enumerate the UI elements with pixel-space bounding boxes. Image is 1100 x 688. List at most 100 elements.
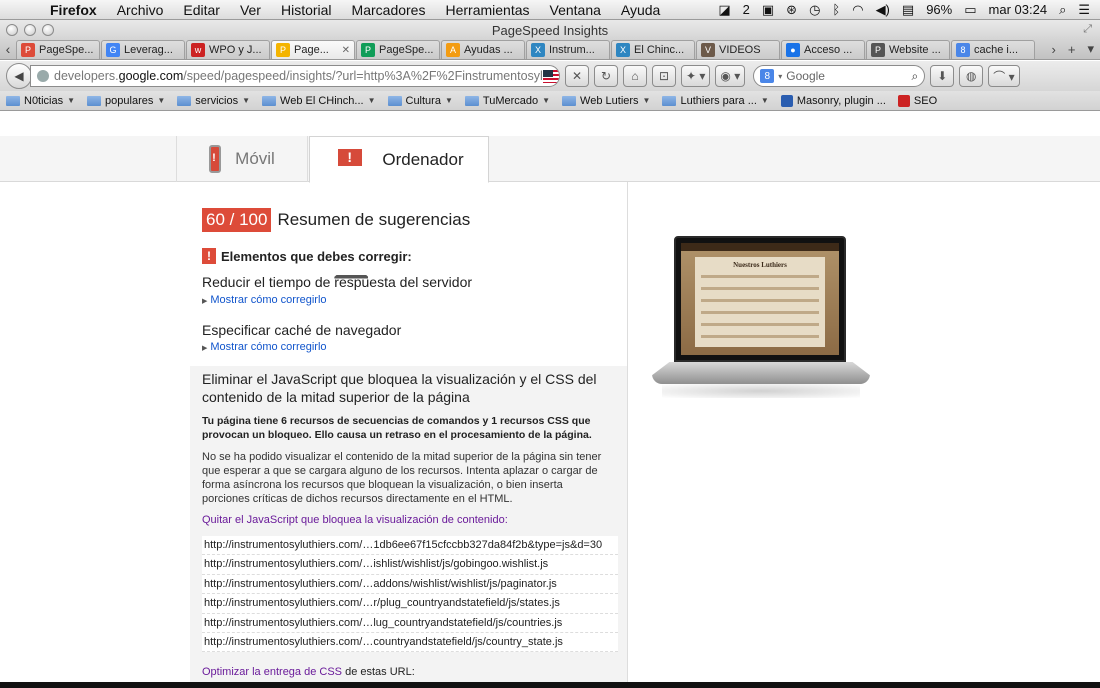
menu-ver[interactable]: Ver — [230, 2, 271, 18]
bookmark-label: Luthiers para ... — [680, 94, 757, 107]
tab-label: El Chinc... — [634, 44, 685, 56]
adobe-icon[interactable]: ◪ — [718, 2, 730, 18]
tabs-scroll-right-icon[interactable]: › — [1046, 42, 1062, 57]
browser-tab[interactable]: ● Acceso ... — [781, 40, 865, 59]
tab-favicon-icon: A — [446, 43, 460, 57]
volume-icon[interactable]: ◀) — [876, 2, 890, 18]
browser-tab[interactable]: P Website ... — [866, 40, 950, 59]
blocking-url-row: http://instrumentosyluthiers.com/…ishlis… — [202, 555, 618, 575]
site-favicon-icon — [780, 94, 793, 107]
bookmark-item[interactable]: Masonry, plugin ... — [780, 94, 886, 107]
rainbow-button[interactable]: ⌒ ▾ — [988, 65, 1020, 87]
bookmark-label: Cultura — [405, 94, 441, 107]
notification-center-icon[interactable]: ☰ — [1078, 2, 1090, 18]
stop-button[interactable]: ✕ — [565, 65, 589, 87]
browser-tab[interactable]: P PageSpe... — [16, 40, 100, 59]
bluetooth-icon[interactable]: ᛒ — [832, 2, 840, 17]
show-fix-link-1[interactable]: ▶ Mostrar cómo corregirlo — [202, 294, 327, 306]
rule-browser-cache: Especificar caché de navegador — [202, 322, 402, 338]
new-tab-icon[interactable]: + — [1062, 42, 1082, 57]
spotlight-icon[interactable]: ⌕ — [1059, 2, 1066, 18]
bookmark-item[interactable]: N0ticias ▼ — [6, 95, 75, 107]
sync-button[interactable]: ◍ — [959, 65, 984, 87]
tab-favicon-icon: P — [276, 43, 290, 57]
folder-icon — [87, 95, 102, 106]
bookmark-item[interactable]: Cultura ▼ — [387, 94, 453, 107]
close-window-button[interactable] — [6, 24, 18, 36]
minimize-window-button[interactable] — [24, 24, 36, 36]
battery-percent[interactable]: 96% — [926, 2, 952, 17]
menu-historial[interactable]: Historial — [271, 2, 342, 18]
accessibility-icon[interactable]: ⊛ — [786, 2, 797, 18]
chevron-down-icon: ▼ — [157, 96, 166, 105]
css-delivery-line: Optimizar la entrega de CSS de estas URL… — [202, 666, 415, 678]
blocking-url-row: http://instrumentosyluthiers.com/…countr… — [202, 633, 618, 653]
rule-render-blocking[interactable]: Eliminar el JavaScript que bloquea la vi… — [202, 370, 612, 406]
close-tab-icon[interactable]: ✕ — [342, 45, 350, 56]
bookmark-label: SEO — [913, 94, 938, 107]
browser-tab[interactable]: 8 cache i... — [951, 40, 1035, 59]
screenshot-button[interactable]: ⊡ — [652, 65, 676, 87]
browser-tab[interactable]: A Ayudas ... — [441, 40, 525, 59]
menu-ventana[interactable]: Ventana — [540, 2, 611, 18]
desktop-warning-icon — [334, 148, 369, 279]
bookmark-label: N0ticias — [24, 94, 64, 107]
browser-tab[interactable]: P Page... ✕ — [271, 40, 355, 59]
search-icon[interactable]: ⌕ — [912, 69, 919, 84]
bookmark-item[interactable]: Luthiers para ... ▼ — [662, 94, 769, 107]
tabs-scroll-left-icon[interactable]: ‹ — [0, 39, 16, 59]
time-machine-icon[interactable]: ◷ — [809, 2, 820, 18]
tab-favicon-icon: P — [361, 43, 375, 57]
menu-app-name[interactable]: Firefox — [40, 2, 107, 18]
downloads-button[interactable]: ⬇ — [930, 65, 955, 87]
url-bar[interactable]: developers. google.com/speed/pagespeed/in… — [30, 65, 560, 87]
clock[interactable]: mar 03:24 — [989, 2, 1048, 17]
fullscreen-icon[interactable]: ⤢ — [1083, 23, 1092, 36]
browser-tab[interactable]: P PageSpe... — [356, 40, 440, 59]
bookmark-item[interactable]: servicios ▼ — [177, 95, 250, 107]
browser-tab[interactable]: w WPO y J... — [186, 40, 270, 59]
tab-mobile[interactable]: Móvil — [176, 136, 308, 182]
tab-desktop[interactable]: Ordenador — [309, 136, 489, 279]
search-box[interactable]: 8 ▾ Google ⌕ — [753, 65, 926, 87]
should-fix-heading: ! Elementos que debes corregir: — [202, 248, 412, 264]
menu-marcadores[interactable]: Marcadores — [342, 2, 436, 18]
wifi-icon[interactable]: ◠ — [852, 2, 863, 18]
bookmark-item[interactable]: Web El CHinch... ▼ — [262, 95, 376, 107]
search-engine-chevron-icon[interactable]: ▾ — [778, 72, 782, 81]
bookmark-item[interactable]: Web Lutiers ▼ — [562, 95, 650, 107]
menu-archivo[interactable]: Archivo — [107, 2, 174, 18]
dropbox-icon[interactable]: ▣ — [762, 2, 774, 18]
show-fix-link-2[interactable]: ▶ Mostrar cómo corregirlo — [202, 341, 327, 353]
zoom-window-button[interactable] — [42, 24, 54, 36]
rule-server-response: Reducir el tiempo de respuesta del servi… — [202, 274, 473, 290]
remove-render-blocking-js-link[interactable]: Quitar el JavaScript que bloquea la visu… — [202, 514, 508, 526]
menu-editar[interactable]: Editar — [173, 2, 230, 18]
addon-button[interactable]: ◉ ▾ — [715, 65, 746, 87]
menu-ayuda[interactable]: Ayuda — [611, 2, 670, 18]
search-engine-icon[interactable]: 8 — [760, 69, 775, 83]
optimize-css-link[interactable]: Optimizar la entrega de CSS — [202, 666, 342, 678]
input-source-icon[interactable]: ▤ — [902, 2, 914, 18]
mobile-warning-icon — [209, 145, 222, 173]
bookmark-item[interactable]: populares ▼ — [87, 95, 165, 107]
browser-tab[interactable]: X El Chinc... — [611, 40, 695, 59]
blocking-url-list: http://instrumentosyluthiers.com/…1db6ee… — [202, 536, 618, 653]
folder-icon — [464, 95, 479, 106]
site-identity-icon[interactable] — [37, 70, 49, 82]
reload-button[interactable]: ↻ — [594, 65, 618, 87]
home-button[interactable]: ⌂ — [623, 65, 647, 87]
us-flag-icon[interactable] — [542, 69, 559, 83]
browser-tab[interactable]: G Leverag... — [101, 40, 185, 59]
tab-list-chevron-icon[interactable]: ▾ — [1081, 41, 1100, 57]
bookmark-item[interactable]: SEO — [897, 94, 938, 107]
browser-tab[interactable]: V VIDEOS — [696, 40, 780, 59]
back-button[interactable]: ◀ — [6, 63, 32, 89]
tab-label: Page... — [294, 44, 329, 56]
extension-button[interactable]: ✦ ▾ — [681, 65, 711, 87]
download-icon: ⬇ — [937, 69, 948, 83]
bookmark-item[interactable]: TuMercado ▼ — [464, 95, 550, 107]
browser-tab[interactable]: X Instrum... — [526, 40, 610, 59]
menu-herramientas[interactable]: Herramientas — [435, 2, 539, 18]
folder-icon — [662, 95, 677, 106]
